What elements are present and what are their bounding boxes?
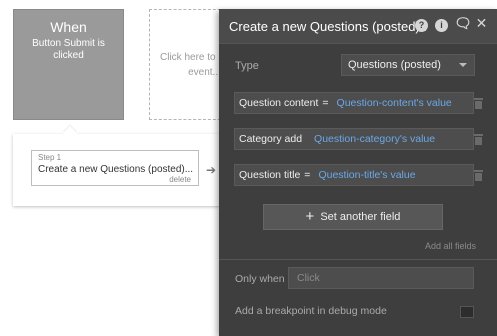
field-row-question-title[interactable]: Question title = Question-title's value bbox=[234, 164, 474, 186]
field-row-category-add[interactable]: Category add Question-category's value bbox=[234, 128, 474, 150]
comment-icon[interactable]: 🗨 bbox=[454, 16, 472, 30]
field-row-question-content[interactable]: Question content = Question-content's valu… bbox=[234, 92, 474, 114]
field-name: Category add bbox=[239, 133, 303, 145]
field-operator: = bbox=[304, 169, 311, 181]
event-title: When bbox=[50, 19, 87, 35]
field-value[interactable]: Question-content's value bbox=[333, 97, 452, 109]
field-operator: = bbox=[322, 97, 329, 109]
breakpoint-checkbox[interactable] bbox=[460, 306, 474, 318]
field-value[interactable]: Question-category's value bbox=[310, 133, 435, 145]
step-title: Create a new Questions (posted)... bbox=[38, 164, 194, 175]
event-description: Button Submit is clicked bbox=[32, 38, 105, 61]
plus-icon: + bbox=[305, 208, 315, 225]
step-delete-link[interactable]: delete bbox=[169, 175, 191, 184]
field-name: Question content bbox=[239, 97, 319, 109]
step-card[interactable]: Step 1 Create a new Questions (posted)..… bbox=[31, 150, 199, 186]
panel-header: Create a new Questions (posted).. ? i 🗨 … bbox=[219, 9, 497, 44]
property-editor-panel: Create a new Questions (posted).. ? i 🗨 … bbox=[219, 9, 497, 336]
trash-icon[interactable] bbox=[474, 170, 483, 181]
field-value[interactable]: Question-title's value bbox=[314, 169, 415, 181]
panel-title: Create a new Questions (posted).. bbox=[229, 19, 427, 34]
only-when-label: Only when bbox=[235, 273, 285, 285]
help-icon[interactable]: ? bbox=[415, 19, 428, 32]
field-name: Question title bbox=[239, 169, 301, 181]
type-select-value: Questions (posted) bbox=[348, 59, 441, 71]
set-another-field-label: Set another field bbox=[320, 211, 401, 223]
type-label: Type bbox=[235, 60, 259, 72]
step-number: Step 1 bbox=[38, 153, 62, 162]
close-icon[interactable]: ✕ bbox=[475, 16, 488, 30]
chevron-down-icon bbox=[459, 63, 467, 67]
info-icon[interactable]: i bbox=[435, 19, 448, 32]
divider bbox=[219, 259, 497, 260]
trash-icon[interactable] bbox=[474, 98, 483, 109]
event-card[interactable]: When Button Submit is clicked bbox=[13, 9, 124, 120]
set-another-field-button[interactable]: + Set another field bbox=[263, 204, 443, 230]
type-select[interactable]: Questions (posted) bbox=[341, 54, 475, 76]
trash-icon[interactable] bbox=[474, 134, 483, 145]
breakpoint-label: Add a breakpoint in debug mode bbox=[235, 305, 387, 317]
add-all-fields-link[interactable]: Add all fields bbox=[425, 241, 476, 251]
arrow-right-icon: ➔ bbox=[206, 163, 217, 177]
field-operator bbox=[302, 133, 310, 145]
only-when-input[interactable]: Click bbox=[288, 267, 474, 289]
